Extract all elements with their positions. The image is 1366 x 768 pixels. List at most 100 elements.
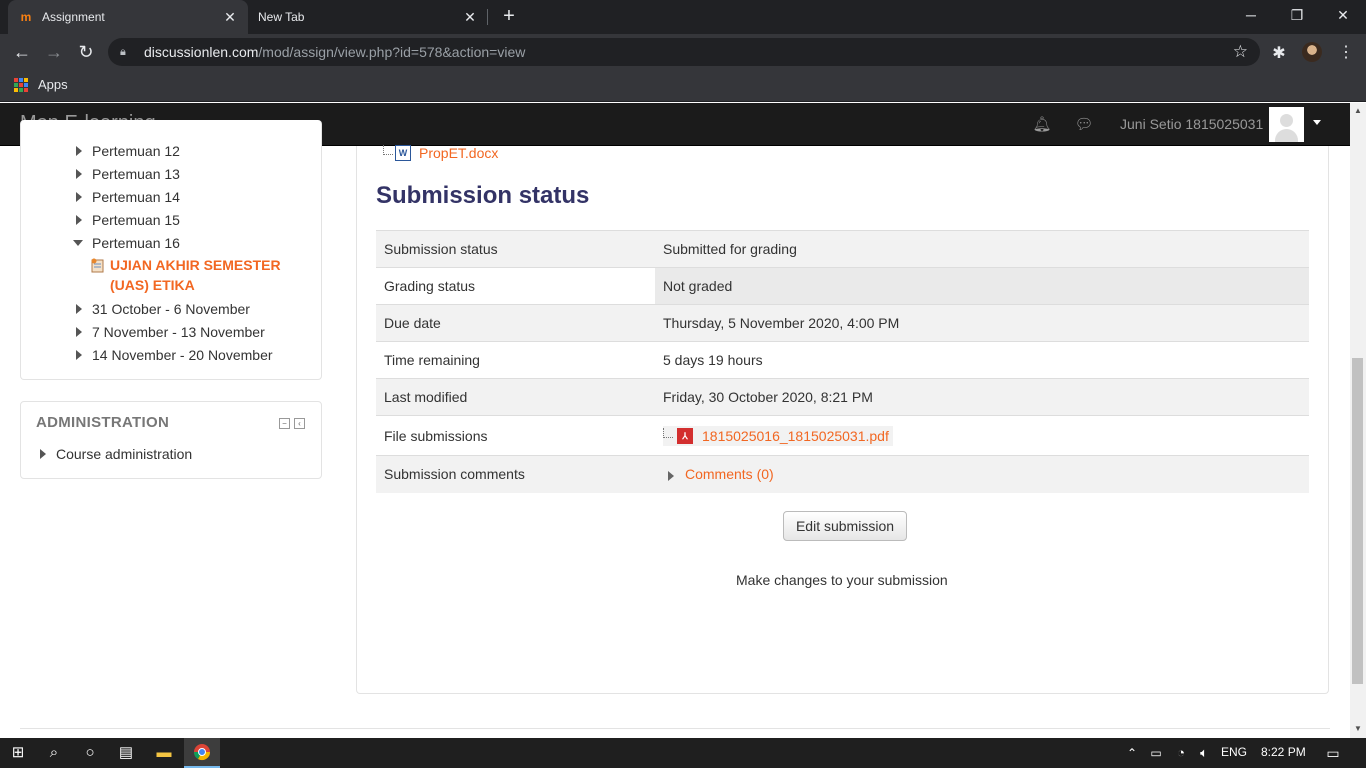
- attached-file-row: W PropET.docx: [383, 145, 498, 161]
- user-menu-caret-icon[interactable]: [1313, 120, 1321, 125]
- expand-arrow-icon: [76, 350, 82, 360]
- avatar-body: [1275, 129, 1298, 142]
- moodle-icon: m: [20, 10, 32, 24]
- notification-center-icon[interactable]: ▭: [1323, 743, 1343, 763]
- row-label: Time remaining: [376, 341, 655, 379]
- row-label: File submissions: [376, 415, 655, 456]
- url-path: /mod/assign/view.php?id=578&action=view: [258, 44, 526, 60]
- chrome-logo: [193, 744, 211, 761]
- wifi-icon[interactable]: ◔: [1171, 743, 1191, 763]
- browser-toolbar: ← → ↻ 🔒︎ discussionlen.com/mod/assign/vi…: [0, 34, 1366, 70]
- section-title: Submission status: [376, 182, 590, 209]
- volume-icon[interactable]: 🔈︎: [1194, 743, 1214, 763]
- search-icon[interactable]: ⌕: [44, 743, 64, 763]
- show-hidden-icons-icon[interactable]: ⌃: [1122, 743, 1142, 763]
- administration-title: ADMINISTRATION: [36, 414, 170, 431]
- close-tab-icon[interactable]: ✕: [222, 9, 238, 26]
- row-label: Grading status: [376, 267, 655, 305]
- windows-start-icon[interactable]: ⊞: [8, 743, 28, 763]
- attached-file-link[interactable]: PropET.docx: [419, 145, 498, 161]
- edit-help-text: Make changes to your submission: [736, 572, 948, 588]
- file-explorer-icon[interactable]: ▬: [154, 743, 174, 763]
- row-value: Friday, 30 October 2020, 8:21 PM: [655, 378, 1309, 416]
- user-avatar[interactable]: [1269, 107, 1304, 142]
- row-label: Last modified: [376, 378, 655, 416]
- extensions-puzzle-icon[interactable]: ✱: [1270, 43, 1288, 62]
- minimize-icon[interactable]: ─: [1228, 0, 1274, 30]
- scroll-down-icon[interactable]: ▼: [1354, 724, 1362, 733]
- dock-block-icon[interactable]: ‹: [294, 418, 305, 429]
- nav-item-week-31-oct[interactable]: 31 October - 6 November: [76, 301, 250, 317]
- edit-submission-button[interactable]: Edit submission: [783, 511, 907, 541]
- expand-arrow-icon: [76, 304, 82, 314]
- quiz-icon: [91, 258, 104, 273]
- comments-link[interactable]: Comments (0): [685, 466, 774, 482]
- word-document-icon: W: [395, 145, 411, 161]
- chrome-icon[interactable]: [192, 743, 212, 763]
- url-host: discussionlen.com: [144, 44, 259, 60]
- submission-status-table: Submission status Submitted for grading …: [376, 230, 1309, 493]
- tree-connector: [383, 145, 393, 155]
- row-value: 5 days 19 hours: [655, 341, 1309, 379]
- messages-icon[interactable]: 💬︎: [1074, 115, 1094, 135]
- restore-icon[interactable]: ❐: [1274, 0, 1320, 30]
- course-administration-item[interactable]: Course administration: [40, 446, 192, 462]
- table-row: Due date Thursday, 5 November 2020, 4:00…: [376, 304, 1309, 342]
- tab-new-tab[interactable]: New Tab ✕: [248, 0, 488, 34]
- quiz-link-uas-etika[interactable]: UJIAN AKHIR SEMESTER (UAS) ETIKA: [110, 255, 300, 295]
- browser-menu-icon[interactable]: ⋮: [1338, 42, 1354, 62]
- new-tab-button[interactable]: +: [498, 5, 520, 27]
- row-label: Due date: [376, 304, 655, 342]
- expand-arrow-icon: [76, 192, 82, 202]
- nav-item-pertemuan-13[interactable]: Pertemuan 13: [76, 166, 180, 182]
- submitted-pdf-link[interactable]: 1815025016_1815025031.pdf: [702, 428, 889, 444]
- nav-item-pertemuan-16[interactable]: Pertemuan 16: [73, 235, 180, 251]
- pdf-icon: ⅄: [677, 428, 693, 444]
- nav-item-pertemuan-14[interactable]: Pertemuan 14: [76, 189, 180, 205]
- scrollbar-thumb[interactable]: [1352, 358, 1363, 684]
- tab-title: Assignment: [42, 10, 105, 24]
- tab-title: New Tab: [258, 10, 305, 24]
- scroll-up-icon[interactable]: ▲: [1354, 106, 1362, 115]
- collapse-arrow-icon: [73, 240, 83, 246]
- tab-separator: [487, 9, 488, 25]
- row-label: Submission status: [376, 230, 655, 268]
- nav-item-week-14-nov[interactable]: 14 November - 20 November: [76, 347, 273, 363]
- expand-arrow-icon: [40, 449, 46, 459]
- close-window-icon[interactable]: ✕: [1320, 0, 1366, 30]
- pdf-file-item: ⅄ 1815025016_1815025031.pdf: [663, 426, 893, 446]
- windows-taskbar: ⊞ ⌕ ○ ▤ ▬ ⌃ ▭ ◔ 🔈︎ ENG 8:22 PM ▭: [0, 738, 1366, 768]
- cortana-icon[interactable]: ○: [80, 743, 100, 763]
- clock-time[interactable]: 8:22 PM: [1261, 745, 1306, 759]
- battery-icon[interactable]: ▭: [1146, 743, 1166, 763]
- user-name[interactable]: Juni Setio 1815025031: [1120, 116, 1263, 132]
- table-row: Grading status Not graded: [376, 267, 1309, 305]
- tree-connector: [663, 428, 673, 438]
- profile-avatar[interactable]: [1302, 42, 1322, 62]
- back-icon[interactable]: ←: [10, 40, 34, 64]
- notifications-bell-icon[interactable]: 🔔︎: [1032, 115, 1052, 135]
- expand-arrow-icon: [76, 327, 82, 337]
- nav-item-pertemuan-12[interactable]: Pertemuan 12: [76, 143, 180, 159]
- forward-icon[interactable]: →: [42, 40, 66, 64]
- expand-arrow-icon: [76, 215, 82, 225]
- language-indicator[interactable]: ENG: [1221, 745, 1247, 759]
- row-value: Submitted for grading: [655, 230, 1309, 268]
- expand-comments-icon[interactable]: [668, 470, 674, 481]
- table-row: Last modified Friday, 30 October 2020, 8…: [376, 378, 1309, 416]
- bookmark-star-icon[interactable]: ☆: [1233, 42, 1248, 62]
- nav-item-week-7-nov[interactable]: 7 November - 13 November: [76, 324, 265, 340]
- row-label: Submission comments: [376, 455, 655, 493]
- expand-arrow-icon: [76, 146, 82, 156]
- tab-assignment[interactable]: m Assignment ✕: [8, 0, 248, 34]
- row-value: ⅄ 1815025016_1815025031.pdf: [655, 415, 1309, 456]
- nav-item-pertemuan-15[interactable]: Pertemuan 15: [76, 212, 180, 228]
- address-bar[interactable]: 🔒︎ discussionlen.com/mod/assign/view.php…: [108, 38, 1260, 66]
- reload-icon[interactable]: ↻: [74, 40, 98, 64]
- bookmark-apps[interactable]: Apps: [14, 77, 68, 92]
- collapse-block-icon[interactable]: −: [279, 418, 290, 429]
- close-tab-icon[interactable]: ✕: [462, 9, 478, 26]
- task-view-icon[interactable]: ▤: [116, 743, 136, 763]
- apps-grid-icon: [14, 77, 28, 92]
- row-value: Comments (0): [655, 455, 1309, 493]
